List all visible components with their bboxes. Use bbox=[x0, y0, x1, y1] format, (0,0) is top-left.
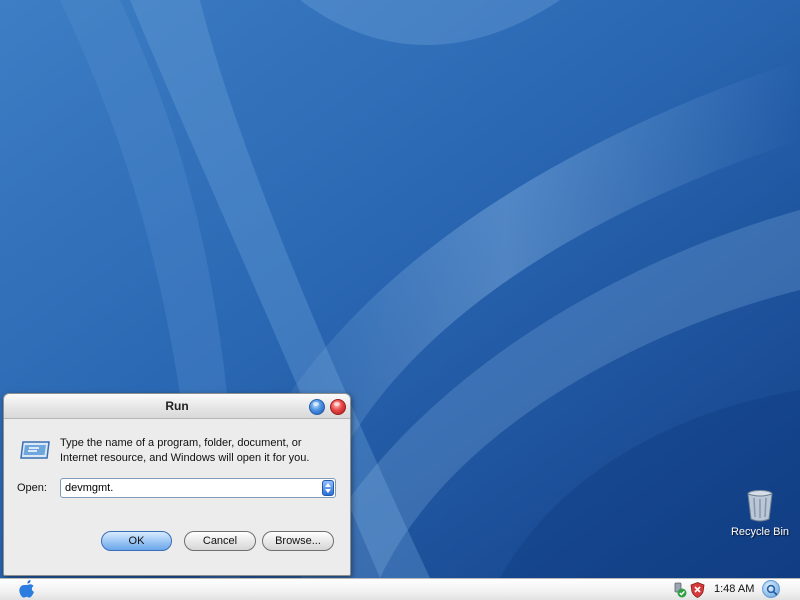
help-button[interactable] bbox=[309, 399, 325, 415]
ok-button[interactable]: OK bbox=[101, 531, 172, 551]
run-dialog-titlebar[interactable]: Run bbox=[4, 394, 350, 419]
cancel-button[interactable]: Cancel bbox=[184, 531, 256, 551]
recycle-bin-icon bbox=[747, 490, 773, 522]
security-shield-icon[interactable] bbox=[690, 582, 705, 598]
taskbar: 1:48 AM bbox=[0, 578, 800, 600]
apple-logo-icon[interactable] bbox=[18, 580, 36, 599]
combo-dropdown-button[interactable] bbox=[322, 480, 334, 496]
run-dialog: Run Type the name of a program, folder, … bbox=[3, 393, 351, 576]
magnifier-glyph bbox=[766, 584, 778, 596]
open-input[interactable] bbox=[61, 479, 315, 497]
network-icon[interactable] bbox=[672, 582, 688, 598]
open-combobox[interactable] bbox=[60, 478, 336, 498]
run-description: Type the name of a program, folder, docu… bbox=[60, 437, 310, 464]
tray-clock[interactable]: 1:48 AM bbox=[714, 583, 754, 595]
run-dialog-title: Run bbox=[165, 399, 189, 413]
open-label: Open: bbox=[17, 482, 47, 494]
recycle-bin-shortcut[interactable]: Recycle Bin bbox=[726, 488, 794, 538]
close-button[interactable] bbox=[330, 399, 346, 415]
browse-button[interactable]: Browse... bbox=[262, 531, 334, 551]
updown-arrow-icon bbox=[325, 483, 331, 493]
recycle-bin-label: Recycle Bin bbox=[730, 526, 790, 538]
run-icon bbox=[20, 441, 50, 459]
search-icon[interactable] bbox=[762, 580, 780, 598]
